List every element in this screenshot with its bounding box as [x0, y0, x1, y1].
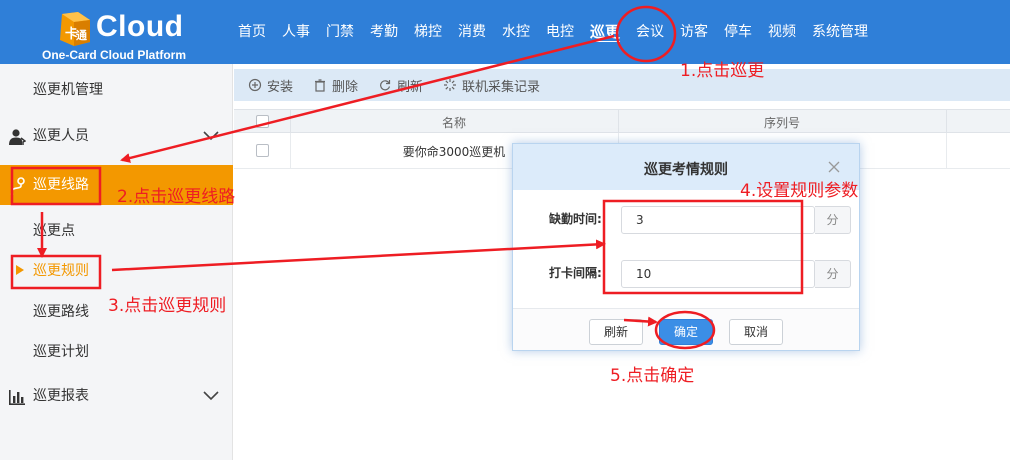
plus-circle-icon	[248, 78, 262, 92]
sidebar: 巡更机管理 巡更人员 巡更线路 巡更点 巡更规则 巡更路线 巡更计划 巡更报表	[0, 64, 233, 460]
absence-time-input[interactable]	[621, 206, 815, 234]
annotation-step-3: 3.点击巡更规则	[108, 296, 227, 316]
nav-item-9[interactable]: 会议	[628, 0, 672, 64]
trash-icon	[315, 79, 326, 92]
nav-item-3[interactable]: 考勤	[362, 0, 406, 64]
sidebar-item-patrol-rule[interactable]: 巡更规则	[0, 251, 233, 291]
absence-time-label: 缺勤时间:	[549, 212, 602, 226]
punch-interval-input[interactable]	[621, 260, 815, 288]
svg-text:通: 通	[76, 29, 87, 42]
toolbar: 安装 删除 刷新 联机采集记录	[234, 69, 1010, 101]
annotation-step-5: 5.点击确定	[610, 366, 695, 386]
sidebar-item-patrol-report[interactable]: 巡更报表	[0, 376, 233, 416]
main-nav: 首页 人事 门禁 考勤 梯控 消费 水控 电控 巡更 会议 访客 停车 视频 系统管理	[230, 0, 876, 64]
nav-item-0[interactable]: 首页	[230, 0, 274, 64]
nav-item-2[interactable]: 门禁	[318, 0, 362, 64]
refresh-button[interactable]: 刷新	[378, 76, 423, 95]
nav-item-6[interactable]: 水控	[494, 0, 538, 64]
nav-item-8[interactable]: 巡更	[582, 0, 628, 64]
cancel-button[interactable]: 取消	[729, 319, 783, 345]
sidebar-item-label: 巡更线路	[33, 177, 89, 193]
sidebar-item-patrol-point[interactable]: 巡更点	[0, 211, 233, 251]
sidebar-item-label: 巡更机管理	[33, 82, 103, 98]
nav-item-7[interactable]: 电控	[538, 0, 582, 64]
column-header-serial: 序列号	[763, 116, 800, 130]
top-header: 卡 通 Cloud One-Card Cloud Platform 首页 人事 门禁…	[0, 0, 1010, 64]
sidebar-item-patrol-plan[interactable]: 巡更计划	[0, 332, 233, 372]
sidebar-item-patrol-staff[interactable]: 巡更人员	[0, 116, 233, 156]
logo: 卡 通 Cloud One-Card Cloud Platform	[42, 8, 186, 62]
sync-icon	[444, 79, 457, 91]
dialog-footer: 刷新 确定 取消	[513, 308, 859, 350]
rule-dialog: 巡更考情规则 缺勤时间: 分 打卡间隔: 分 刷新 确定 取消	[512, 143, 860, 351]
column-header-name: 名称	[441, 116, 466, 130]
select-all-checkbox[interactable]	[256, 115, 269, 128]
sidebar-item-label: 巡更报表	[33, 388, 89, 404]
nav-item-10[interactable]: 访客	[672, 0, 716, 64]
annotation-step-4: 4.设置规则参数	[740, 181, 859, 201]
punch-interval-label: 打卡间隔:	[549, 266, 602, 280]
sidebar-item-label: 巡更人员	[33, 128, 89, 144]
chevron-down-icon	[203, 391, 219, 401]
nav-item-1[interactable]: 人事	[274, 0, 318, 64]
logo-subtitle: One-Card Cloud Platform	[42, 48, 187, 62]
logo-icon: 卡 通	[60, 12, 90, 46]
online-records-button[interactable]: 联机采集记录	[443, 76, 540, 95]
refresh-icon	[380, 80, 391, 91]
annotation-step-1: 1.点击巡更	[680, 61, 765, 81]
nav-item-4[interactable]: 梯控	[406, 0, 450, 64]
row-checkbox[interactable]	[256, 144, 269, 157]
user-icon	[9, 129, 26, 145]
logo-wordmark: Cloud	[96, 10, 184, 43]
online-records-label: 联机采集记录	[462, 79, 541, 95]
active-marker-icon	[16, 265, 24, 275]
close-icon[interactable]	[827, 160, 841, 174]
install-label: 安装	[267, 79, 294, 95]
confirm-button[interactable]: 确定	[659, 319, 713, 345]
sidebar-item-label: 巡更路线	[33, 304, 89, 320]
nav-item-5[interactable]: 消费	[450, 0, 494, 64]
nav-item-12[interactable]: 视频	[760, 0, 804, 64]
sidebar-item-label: 巡更规则	[33, 263, 89, 279]
nav-item-11[interactable]: 停车	[716, 0, 760, 64]
sidebar-item-label: 巡更点	[33, 223, 75, 239]
delete-label: 删除	[332, 79, 359, 95]
sidebar-item-patrol-device[interactable]: 巡更机管理	[0, 70, 233, 110]
delete-button[interactable]: 删除	[313, 76, 358, 95]
annotation-step-2: 2.点击巡更线路	[117, 187, 236, 207]
refresh-label: 刷新	[397, 79, 424, 95]
sidebar-item-label: 巡更计划	[33, 344, 89, 360]
install-button[interactable]: 安装	[248, 76, 293, 95]
dialog-refresh-button[interactable]: 刷新	[589, 319, 643, 345]
table-header: 名称 序列号	[234, 109, 1010, 134]
chevron-down-icon	[203, 131, 219, 141]
route-icon	[10, 177, 25, 195]
nav-item-13[interactable]: 系统管理	[804, 0, 876, 64]
bar-chart-icon	[9, 390, 25, 405]
absence-time-unit: 分	[815, 206, 851, 234]
punch-interval-unit: 分	[815, 260, 851, 288]
